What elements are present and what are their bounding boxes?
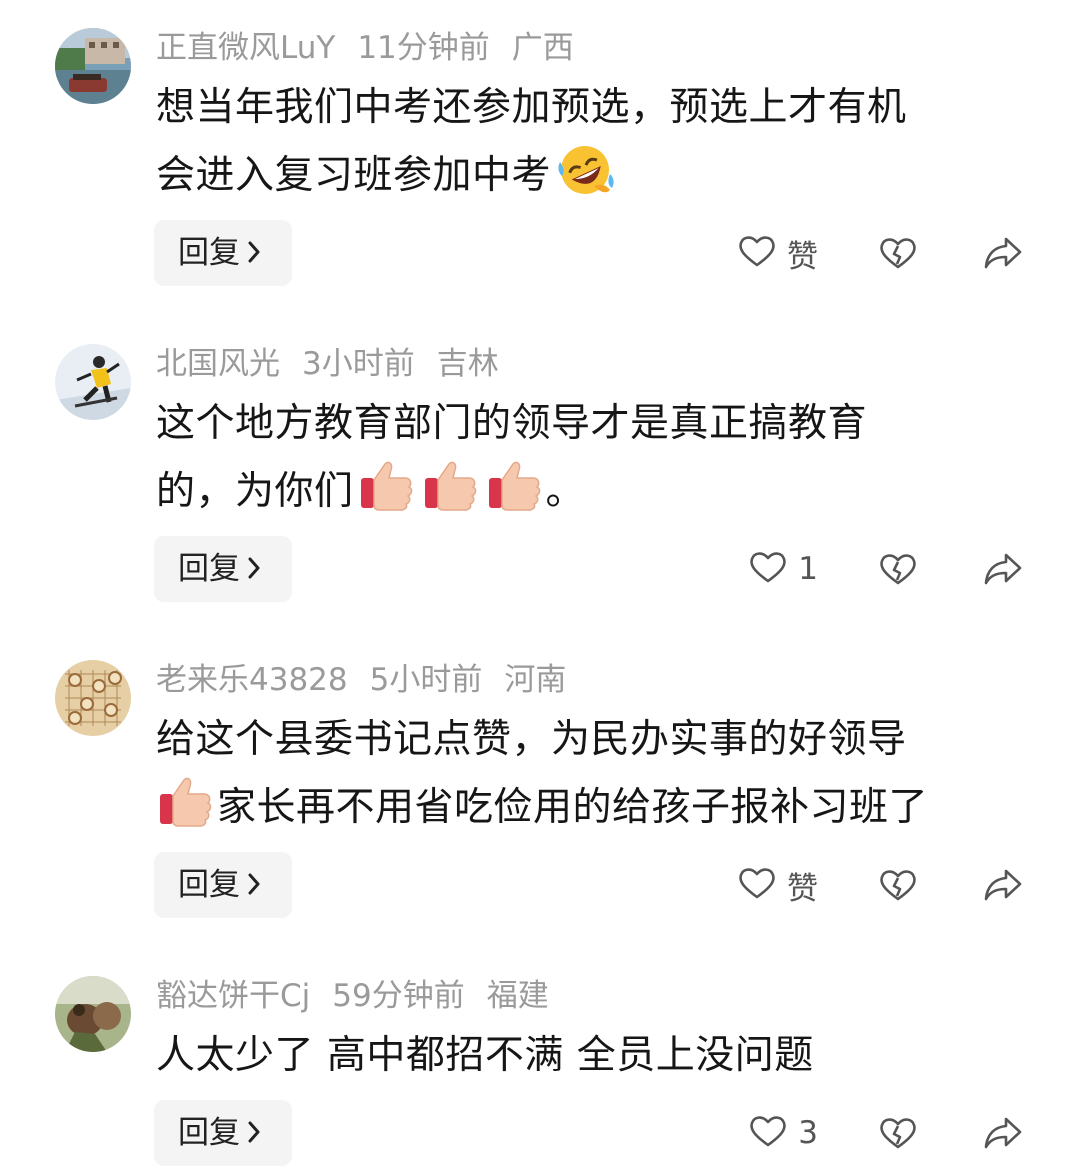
share-button[interactable] [982,865,1024,909]
avatar[interactable] [55,28,131,104]
like-button[interactable]: 赞 [737,220,818,286]
comment-text-line: 想当年我们中考还参加预选，预选上才有机 [156,85,907,130]
share-arrow-icon [982,237,1024,277]
comment-text: 这个地方教育部门的领导才是真正搞教育 的，为你们 。 [156,392,1026,532]
dislike-button[interactable] [878,233,918,277]
username[interactable]: 北国风光 [156,346,280,382]
like-button[interactable]: 1 [748,536,818,602]
location: 河南 [504,662,567,698]
heart-outline-icon [748,1111,788,1155]
comment-meta: 北国风光 3小时前 吉林 [156,342,521,386]
like-count: 赞 [787,238,818,275]
dislike-button[interactable] [878,549,918,593]
heart-outline-icon [748,547,788,591]
comment-actions: 赞 [0,852,1080,918]
comment-meta: 老来乐43828 5小时前 河南 [156,658,588,702]
laughing-emoji-icon [554,140,616,216]
username[interactable]: 豁达饼干Cj [156,978,310,1014]
dislike-button[interactable] [878,1113,918,1157]
avatar[interactable] [55,976,131,1052]
comment-text: 人太少了 高中都招不满 全员上没问题 [156,1024,1026,1088]
broken-heart-icon [878,1118,918,1157]
avatar[interactable] [55,344,131,420]
comment-actions: 3 [0,1100,1080,1166]
location: 吉林 [436,346,499,382]
broken-heart-icon [878,554,918,593]
share-button[interactable] [982,1113,1024,1157]
timestamp: 11分钟前 [357,30,490,66]
like-count: 3 [798,1115,818,1151]
avatar[interactable] [55,660,131,736]
comment-meta: 豁达饼干Cj 59分钟前 福建 [156,974,571,1018]
comment-text-line: 家长再不用省吃俭用的给孩子报补习班了 [156,772,1026,848]
comment-text-line: 会进入复习班参加中考 [156,140,1026,216]
location: 广西 [511,30,574,66]
timestamp: 5小时前 [369,662,483,698]
thumbs-up-emoji-icon [485,456,543,532]
comment-text-line: 给这个县委书记点赞，为民办实事的好领导 [156,717,907,762]
like-button[interactable]: 赞 [737,852,818,918]
heart-outline-icon [737,863,777,907]
comment-text-segment: 家长再不用省吃俭用的给孩子报补习班了 [217,785,929,830]
comment-text-line: 的，为你们 。 [156,456,1026,532]
comment-actions: 赞 [0,220,1080,286]
comment-text: 想当年我们中考还参加预选，预选上才有机 会进入复习班参加中考 [156,76,1026,216]
like-button[interactable]: 3 [748,1100,818,1166]
comment-text-line: 人太少了 高中都招不满 全员上没问题 [156,1033,814,1078]
comment-actions: 1 [0,536,1080,602]
like-count: 赞 [787,870,818,907]
thumbs-up-emoji-icon [156,772,214,848]
timestamp: 59分钟前 [332,978,465,1014]
thumbs-up-emoji-icon [357,456,415,532]
heart-outline-icon [737,231,777,275]
share-arrow-icon [982,1117,1024,1157]
location: 福建 [486,978,549,1014]
broken-heart-icon [878,238,918,277]
broken-heart-icon [878,870,918,909]
username[interactable]: 正直微风LuY [156,30,335,66]
dislike-button[interactable] [878,865,918,909]
comment-text-line: 这个地方教育部门的领导才是真正搞教育 [156,401,868,446]
comment-text-segment: 会进入复习班参加中考 [156,153,552,198]
share-button[interactable] [982,233,1024,277]
like-count: 1 [798,551,818,587]
comment-meta: 正直微风LuY 11分钟前 广西 [156,26,596,70]
comment-text: 给这个县委书记点赞，为民办实事的好领导 家长再不用省吃俭用的给孩子报补习班了 [156,708,1026,848]
comment-text-segment: 。 [545,469,586,514]
share-arrow-icon [982,553,1024,593]
username[interactable]: 老来乐43828 [156,662,348,698]
share-arrow-icon [982,869,1024,909]
thumbs-up-emoji-icon [421,456,479,532]
timestamp: 3小时前 [302,346,415,382]
comment-text-segment: 的，为你们 [156,469,354,514]
share-button[interactable] [982,549,1024,593]
